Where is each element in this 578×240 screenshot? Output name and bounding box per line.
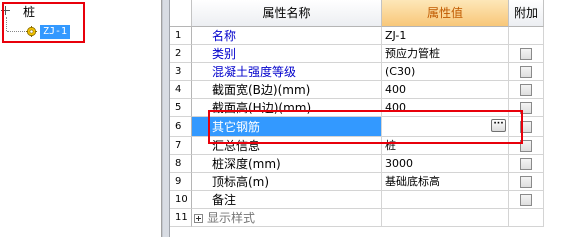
attach-checkbox[interactable] — [520, 194, 532, 206]
row-number: 4 — [170, 81, 192, 99]
row-number: 1 — [170, 27, 192, 45]
property-row[interactable]: 1 名称 ZJ-1 — [170, 27, 544, 45]
property-row-group[interactable]: 11 显示样式 — [170, 209, 544, 227]
property-name[interactable]: 截面宽(B边)(mm) — [192, 81, 382, 99]
tree-expand-icon[interactable] — [0, 5, 12, 17]
tree-root-label: 桩 — [23, 4, 36, 19]
attach-cell — [509, 173, 544, 191]
attach-cell — [509, 191, 544, 209]
tree-node-label[interactable]: ZJ-1 — [40, 24, 71, 39]
attach-cell — [509, 27, 544, 45]
attach-header[interactable]: 附加 — [509, 0, 544, 27]
attach-cell — [509, 117, 544, 137]
attach-checkbox[interactable] — [520, 102, 532, 114]
row-number: 3 — [170, 63, 192, 81]
row-number: 7 — [170, 137, 192, 155]
attach-checkbox[interactable] — [520, 48, 532, 60]
property-value[interactable]: 桩 — [382, 137, 509, 155]
property-name[interactable]: 备注 — [192, 191, 382, 209]
row-number: 8 — [170, 155, 192, 173]
property-value[interactable]: 400 — [382, 81, 509, 99]
expand-plus-icon[interactable] — [194, 214, 203, 223]
property-grid: 属性名称 属性值 附加 1 名称 ZJ-1 2 类别 预应力管桩 3 混凝土强度… — [170, 0, 578, 237]
attach-cell — [509, 99, 544, 117]
attach-cell — [509, 81, 544, 99]
property-row[interactable]: 4 截面宽(B边)(mm) 400 — [170, 81, 544, 99]
property-name[interactable]: 汇总信息 — [192, 137, 382, 155]
attach-cell — [509, 45, 544, 63]
property-name[interactable]: 名称 — [192, 27, 382, 45]
attach-cell — [509, 209, 544, 227]
property-value — [382, 209, 509, 227]
property-value[interactable]: (C30) — [382, 63, 509, 81]
component-tree: 桩 ZJ-1 — [0, 0, 162, 237]
attach-cell — [509, 137, 544, 155]
row-number: 9 — [170, 173, 192, 191]
pane-splitter[interactable] — [162, 0, 170, 237]
property-value[interactable]: 基础底标高 — [382, 173, 509, 191]
property-name[interactable]: 混凝土强度等级 — [192, 63, 382, 81]
property-name[interactable]: 桩深度(mm) — [192, 155, 382, 173]
property-value[interactable]: ZJ-1 — [382, 27, 509, 45]
attach-checkbox[interactable] — [520, 176, 532, 188]
property-value[interactable]: 3000 — [382, 155, 509, 173]
property-row-selected[interactable]: 6 其它钢筋 ··· — [170, 117, 544, 137]
property-row[interactable]: 5 截面高(H边)(mm) 400 — [170, 99, 544, 117]
property-row[interactable]: 3 混凝土强度等级 (C30) — [170, 63, 544, 81]
property-value[interactable] — [382, 191, 509, 209]
property-name-header[interactable]: 属性名称 — [192, 0, 382, 27]
property-group-name[interactable]: 显示样式 — [192, 209, 382, 227]
property-name[interactable]: 截面高(H边)(mm) — [192, 99, 382, 117]
property-row[interactable]: 2 类别 预应力管桩 — [170, 45, 544, 63]
header-filler — [544, 0, 578, 27]
row-number: 6 — [170, 117, 192, 137]
property-value[interactable]: 预应力管桩 — [382, 45, 509, 63]
attach-checkbox[interactable] — [520, 84, 532, 96]
attach-checkbox[interactable] — [520, 66, 532, 78]
ellipsis-button[interactable]: ··· — [491, 119, 506, 132]
component-gear-icon — [26, 26, 37, 37]
property-value-header[interactable]: 属性值 — [382, 0, 509, 27]
property-value-editor[interactable]: ··· — [382, 117, 509, 137]
row-number-header — [170, 0, 192, 27]
tree-connector-line — [7, 31, 25, 32]
property-row[interactable]: 7 汇总信息 桩 — [170, 137, 544, 155]
property-row[interactable]: 10 备注 — [170, 191, 544, 209]
attach-checkbox[interactable] — [520, 121, 532, 133]
property-group-label: 显示样式 — [207, 211, 256, 225]
tree-connector-line — [6, 17, 7, 31]
row-number: 5 — [170, 99, 192, 117]
property-name[interactable]: 顶标高(m) — [192, 173, 382, 191]
attach-cell — [509, 155, 544, 173]
attach-checkbox[interactable] — [520, 140, 532, 152]
tree-node-zj1[interactable]: ZJ-1 — [26, 24, 71, 39]
row-number: 2 — [170, 45, 192, 63]
property-name[interactable]: 类别 — [192, 45, 382, 63]
property-row[interactable]: 9 顶标高(m) 基础底标高 — [170, 173, 544, 191]
property-value[interactable]: 400 — [382, 99, 509, 117]
row-number: 10 — [170, 191, 192, 209]
property-row[interactable]: 8 桩深度(mm) 3000 — [170, 155, 544, 173]
attach-cell — [509, 63, 544, 81]
property-name[interactable]: 其它钢筋 — [192, 117, 382, 137]
row-number: 11 — [170, 209, 192, 227]
attach-checkbox[interactable] — [520, 158, 532, 170]
